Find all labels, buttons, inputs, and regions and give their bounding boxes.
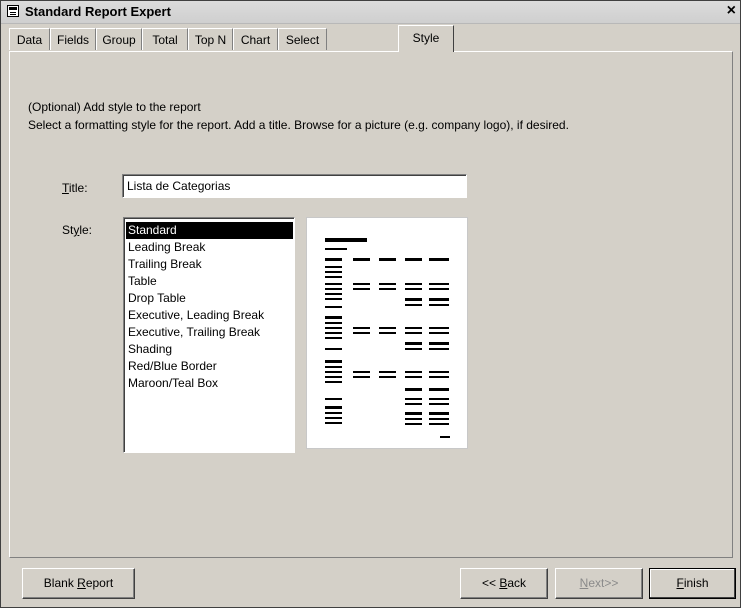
- style-option-drop-table[interactable]: Drop Table: [126, 290, 292, 307]
- tab-total[interactable]: Total: [142, 28, 188, 50]
- blank-report-label-rest: eport: [85, 576, 114, 590]
- finish-label-rest: inish: [683, 576, 709, 590]
- style-label: Style:: [62, 223, 92, 237]
- tab-fields[interactable]: Fields: [50, 28, 96, 50]
- style-option-executive-leading-break[interactable]: Executive, Leading Break: [126, 307, 292, 324]
- tab-style[interactable]: Style: [398, 25, 454, 52]
- back-button[interactable]: << Back: [460, 568, 548, 599]
- window-title: Standard Report Expert: [25, 4, 171, 19]
- style-preview-graphic: [325, 238, 450, 438]
- report-expert-window: Standard Report Expert × Data Fields Gro…: [0, 0, 741, 608]
- style-listbox[interactable]: Standard Leading Break Trailing Break Ta…: [123, 217, 295, 453]
- style-option-standard[interactable]: Standard: [126, 222, 293, 239]
- style-option-trailing-break[interactable]: Trailing Break: [126, 256, 292, 273]
- tab-group[interactable]: Group: [96, 28, 142, 50]
- next-button[interactable]: Next>>: [555, 568, 643, 599]
- style-label-pre: St: [62, 223, 74, 237]
- style-preview-thumbnail: [306, 217, 468, 449]
- title-label: Title:: [62, 181, 88, 195]
- blank-report-mnemonic: R: [77, 576, 86, 590]
- title-input[interactable]: [122, 174, 467, 198]
- style-option-table[interactable]: Table: [126, 273, 292, 290]
- style-option-executive-trailing-break[interactable]: Executive, Trailing Break: [126, 324, 292, 341]
- title-bar: Standard Report Expert ×: [1, 1, 740, 24]
- blank-report-button[interactable]: Blank Report: [22, 568, 135, 599]
- close-icon[interactable]: ×: [727, 2, 736, 20]
- tab-chart[interactable]: Chart: [233, 28, 278, 50]
- style-label-text: le:: [79, 223, 93, 237]
- next-label-rest: ext>>: [588, 576, 619, 590]
- tab-data[interactable]: Data: [9, 28, 50, 50]
- back-label-rest: ack: [507, 576, 527, 590]
- style-option-red-blue-border[interactable]: Red/Blue Border: [126, 358, 292, 375]
- style-option-maroon-teal-box[interactable]: Maroon/Teal Box: [126, 375, 292, 392]
- tab-top-n[interactable]: Top N: [188, 28, 233, 50]
- back-label-pre: <<: [481, 576, 500, 590]
- report-expert-icon: [7, 5, 19, 17]
- instructions-text: Select a formatting style for the report…: [28, 118, 569, 132]
- tab-select[interactable]: Select: [278, 28, 327, 50]
- optional-description: (Optional) Add style to the report: [28, 100, 201, 114]
- style-option-leading-break[interactable]: Leading Break: [126, 239, 292, 256]
- finish-button[interactable]: Finish: [649, 568, 736, 599]
- blank-report-label-pre: Blank: [43, 576, 78, 590]
- next-mnemonic: N: [579, 576, 589, 590]
- title-label-mnemonic: T: [62, 181, 69, 195]
- finish-mnemonic: F: [676, 576, 684, 590]
- style-option-shading[interactable]: Shading: [126, 341, 292, 358]
- title-label-text: itle:: [68, 181, 88, 195]
